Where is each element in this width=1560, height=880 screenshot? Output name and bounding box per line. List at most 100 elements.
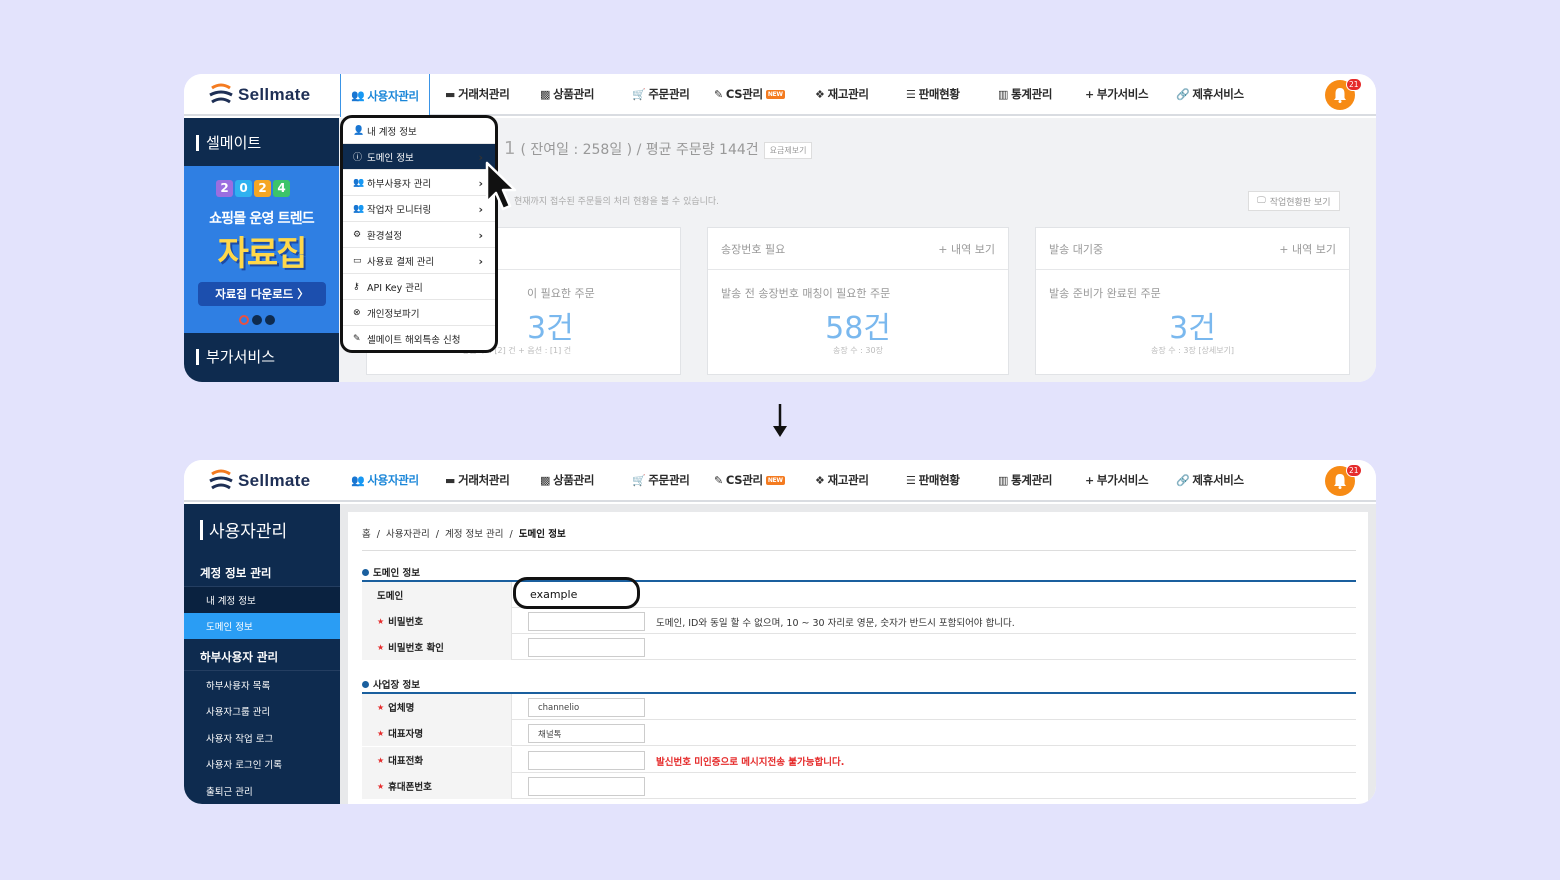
status-description: 현재까지 접수된 주문들의 처리 현황을 볼 수 있습니다. <box>514 197 720 207</box>
field-label-text: 대표전화 <box>388 756 424 767</box>
order-status-card: 송장번호 필요 + 내역 보기 발송 전 송장번호 매칭이 필요한 주문 58건 … <box>707 227 1009 375</box>
view-plan-button[interactable]: 요금제보기 <box>763 141 813 159</box>
nav-item-plus[interactable]: + 부가서비스 <box>1085 460 1149 500</box>
card-subtitle: 발송 준비가 완료된 주문 <box>1049 287 1161 300</box>
sidebar: 셀메이트 2 0 2 4 쇼핑몰 운영 트렌드 자료집 자료집 다운로드 〉 부… <box>184 118 339 382</box>
breadcrumb-home[interactable]: 홈 <box>362 529 371 540</box>
nav-item-list[interactable]: ☰ 판매현황 <box>906 460 960 500</box>
sidebar-group-account[interactable]: 계정 정보 관리 <box>184 559 340 587</box>
nav-item-briefcase[interactable]: ▬ 거래처관리 <box>445 74 510 114</box>
nav-item-users[interactable]: 👥 사용자관리 <box>340 74 430 117</box>
nav-item-plus[interactable]: + 부가서비스 <box>1085 74 1149 114</box>
nav-item-label: 재고관리 <box>827 87 869 101</box>
dropdown-item-label: 개인정보파기 <box>367 308 420 320</box>
banner-year: 2 0 2 4 <box>216 180 290 197</box>
nav-item-bar-chart[interactable]: ▥ 통계관리 <box>998 74 1053 114</box>
card-value[interactable]: 3건 <box>1036 303 1349 347</box>
chevron-right-icon: › <box>478 229 483 242</box>
nav-item-users[interactable]: 👥 사용자관리 <box>351 460 419 500</box>
banner-dot[interactable] <box>265 315 275 325</box>
field-row-phone: ★ 대표전화 발신번호 미인증으로 메시지전송 불가능합니다. <box>362 747 1356 773</box>
nav-item-cubes[interactable]: ❖ 재고관리 <box>815 74 869 114</box>
password-input[interactable] <box>528 612 645 631</box>
bar-chart-icon: ▥ <box>998 473 1009 487</box>
nav-item-link[interactable]: 🔗 제휴서비스 <box>1176 460 1244 500</box>
field-label: ★ 업체명 <box>362 694 512 720</box>
nav-item-label: CS관리 <box>725 87 763 101</box>
mobile-input[interactable] <box>528 777 645 796</box>
nav-item-label: 거래처관리 <box>458 473 510 487</box>
sidebar-item-user-groups[interactable]: 사용자그룹 관리 <box>184 698 340 724</box>
users-icon: 👥 <box>351 89 365 102</box>
status-board-button[interactable]: 🖵 작업현황판 보기 <box>1248 191 1340 211</box>
dropdown-item[interactable]: ⓘ 도메인 정보 › <box>343 144 495 170</box>
sidebar-item-login-history[interactable]: 사용자 로그인 기록 <box>184 751 340 777</box>
year-digit: 2 <box>254 180 271 197</box>
brand-name: Sellmate <box>238 471 311 490</box>
dropdown-item[interactable]: ▭ 사용료 결제 관리 › <box>343 248 495 274</box>
dropdown-item-label: 셀메이트 해외특송 신청 <box>367 334 461 346</box>
edit-icon: ✎ <box>353 333 361 344</box>
dropdown-item-label: API Key 관리 <box>367 282 423 294</box>
banner-dot-active[interactable] <box>239 315 249 325</box>
dropdown-item-label: 도메인 정보 <box>367 152 414 164</box>
banner-download-button[interactable]: 자료집 다운로드 〉 <box>198 282 326 306</box>
dropdown-item[interactable]: 👤 내 계정 정보 <box>343 118 495 144</box>
card-link[interactable]: + 내역 보기 <box>938 241 995 257</box>
notification-count: 21 <box>1346 78 1362 91</box>
year-digit: 2 <box>216 180 233 197</box>
password-confirm-input[interactable] <box>528 638 645 657</box>
dropdown-item[interactable]: 👥 작업자 모니터링 › <box>343 196 495 222</box>
company-name-input[interactable]: channelio <box>528 698 645 717</box>
field-label: ★ 대표전화 <box>362 747 512 773</box>
briefcase-icon: ▬ <box>445 473 456 487</box>
nav-item-label: 통계관리 <box>1011 87 1053 101</box>
cubes-icon: ❖ <box>815 87 825 101</box>
users-icon: 👥 <box>351 473 365 487</box>
nav-item-list[interactable]: ☰ 판매현황 <box>906 74 960 114</box>
field-label: ★ 비밀번호 확인 <box>362 634 512 660</box>
field-label-text: 대표자명 <box>388 729 424 740</box>
nav-item-label: 재고관리 <box>827 473 869 487</box>
nav-item-link[interactable]: 🔗 제휴서비스 <box>1176 74 1244 114</box>
sidebar-item-subuser-list[interactable]: 하부사용자 목록 <box>184 672 340 698</box>
breadcrumb-item[interactable]: 계정 정보 관리 <box>445 529 503 540</box>
screenshot-before: Sellmate 👥 사용자관리 ▬ 거래처관리 ▩ 상품관리 🛒 주문관리 ✎ CS관리 NEW ❖… <box>184 74 1376 382</box>
nav-item-edit[interactable]: ✎ CS관리 NEW <box>714 74 785 114</box>
dropdown-item[interactable]: 👥 하부사용자 관리 › <box>343 170 495 196</box>
card-title: 발송 대기중 <box>1049 242 1104 256</box>
nav-item-cart[interactable]: 🛒 주문관리 <box>632 74 690 114</box>
sidebar-item-work-log[interactable]: 사용자 작업 로그 <box>184 725 340 751</box>
banner-dot[interactable] <box>252 315 262 325</box>
order-status-card: 발송 대기중 + 내역 보기 발송 준비가 완료된 주문 3건 송장 수 : 3장… <box>1035 227 1350 375</box>
field-row-ceo: ★ 대표자명 채널톡 <box>362 720 1356 746</box>
sidebar-item-my-account[interactable]: 내 계정 정보 <box>184 587 340 613</box>
dropdown-item[interactable]: ⚙ 환경설정 › <box>343 222 495 248</box>
promo-banner[interactable]: 2 0 2 4 쇼핑몰 운영 트렌드 자료집 자료집 다운로드 〉 <box>184 166 339 333</box>
nav-item-cubes[interactable]: ❖ 재고관리 <box>815 460 869 500</box>
phone-input[interactable] <box>528 751 645 770</box>
sidebar-addon-title[interactable]: 부가서비스 <box>196 346 275 367</box>
banner-pagination <box>239 315 275 325</box>
sidebar-group-subusers[interactable]: 하부사용자 관리 <box>184 643 340 671</box>
nav-item-box[interactable]: ▩ 상품관리 <box>540 460 595 500</box>
cart-icon: 🛒 <box>632 473 646 487</box>
dropdown-item[interactable]: ✎ 셀메이트 해외특송 신청 <box>343 326 495 350</box>
breadcrumb-item[interactable]: 사용자관리 <box>386 529 430 540</box>
nav-item-bar-chart[interactable]: ▥ 통계관리 <box>998 460 1053 500</box>
nav-item-edit[interactable]: ✎ CS관리 NEW <box>714 460 785 500</box>
sidebar-item-domain-info[interactable]: 도메인 정보 <box>184 613 340 639</box>
sidebar: 사용자관리 계정 정보 관리 내 계정 정보 도메인 정보 하부사용자 관리 하… <box>184 504 340 804</box>
card-value[interactable]: 58건 <box>708 303 1008 347</box>
card-link[interactable]: + 내역 보기 <box>1279 241 1336 257</box>
nav-item-cart[interactable]: 🛒 주문관리 <box>632 460 690 500</box>
nav-item-box[interactable]: ▩ 상품관리 <box>540 74 595 114</box>
sellmate-logo[interactable]: Sellmate <box>206 80 310 110</box>
ceo-name-input[interactable]: 채널톡 <box>528 724 645 743</box>
nav-item-briefcase[interactable]: ▬ 거래처관리 <box>445 460 510 500</box>
box-icon: ▩ <box>540 87 551 101</box>
dropdown-item[interactable]: ⊗ 개인정보파기 <box>343 300 495 326</box>
sidebar-item-attendance[interactable]: 출퇴근 관리 <box>184 778 340 804</box>
sellmate-logo[interactable]: Sellmate <box>206 466 310 496</box>
dropdown-item[interactable]: ⚷ API Key 관리 <box>343 274 495 300</box>
